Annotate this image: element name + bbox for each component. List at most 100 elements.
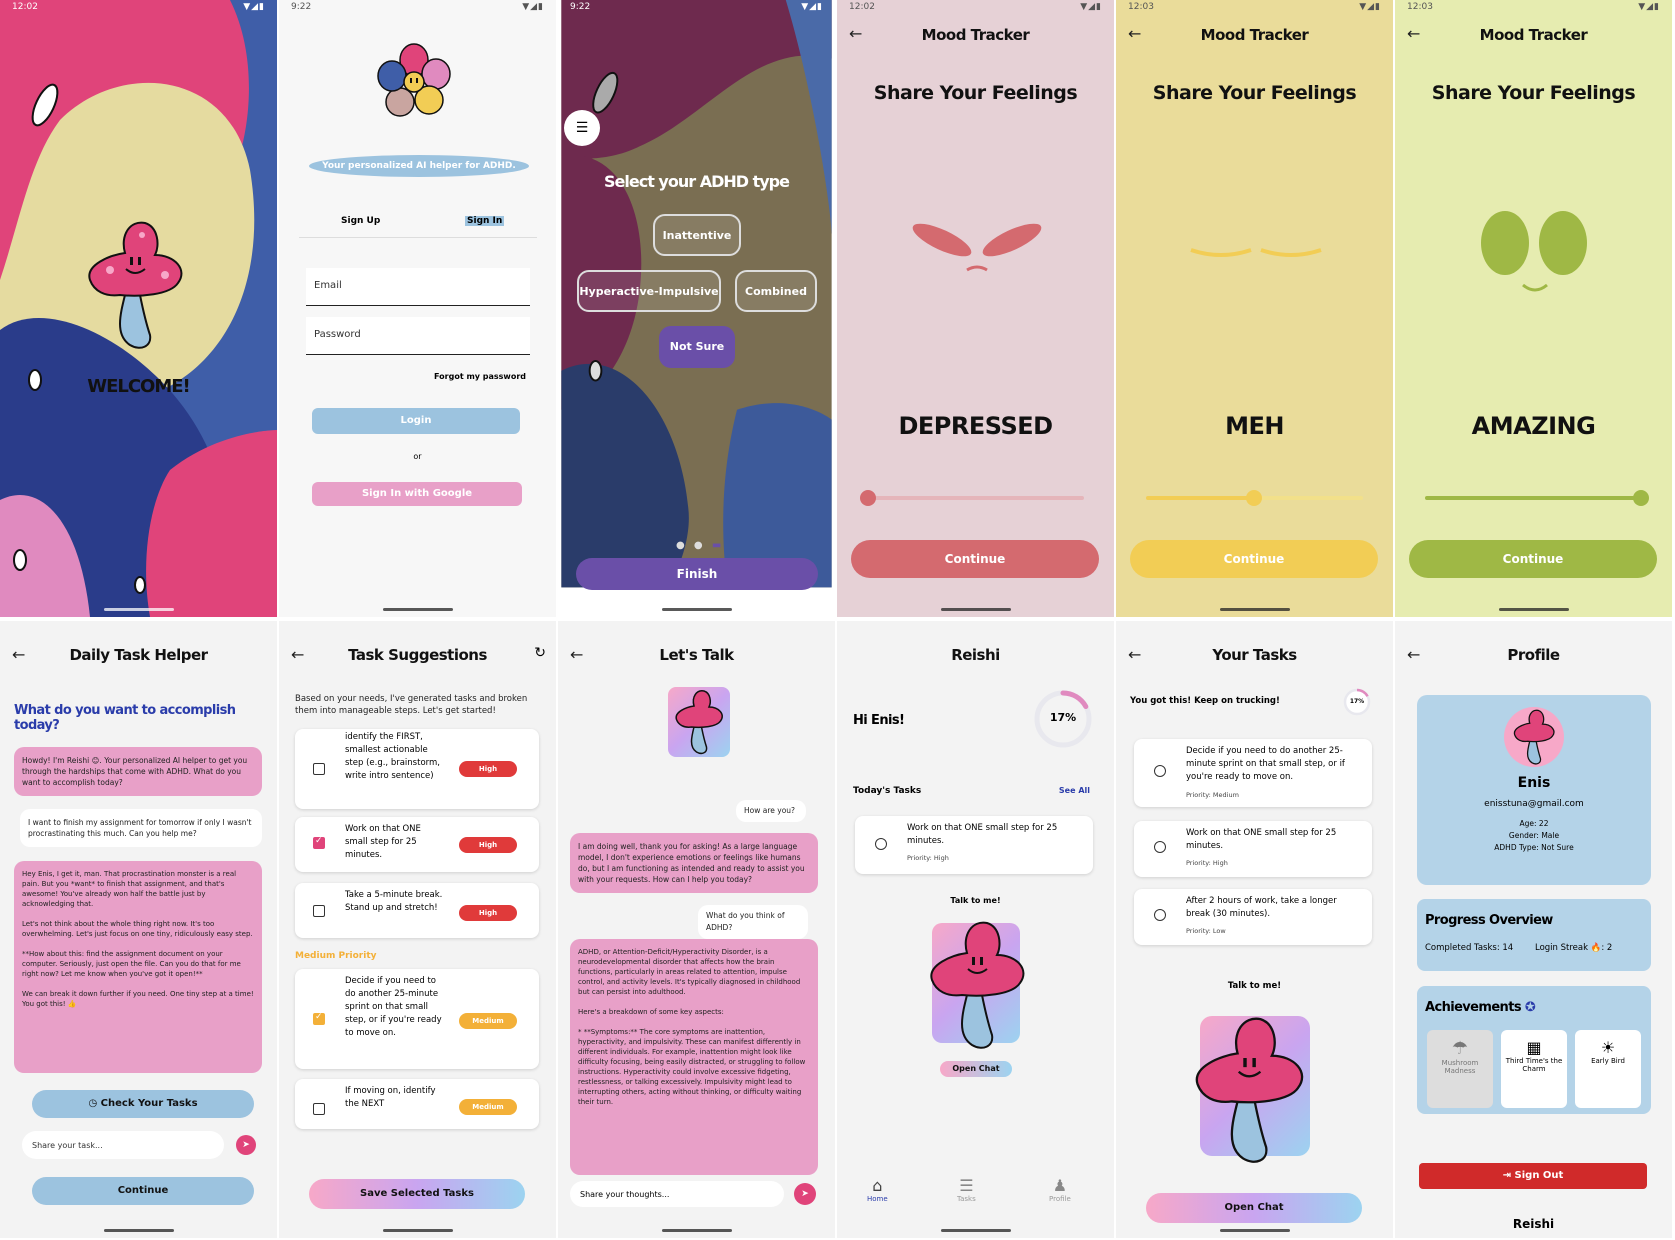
mascot-avatar: [668, 687, 730, 757]
finish-button[interactable]: Finish: [576, 558, 818, 590]
or-separator: or: [413, 452, 422, 461]
continue-button[interactable]: Continue: [1130, 540, 1378, 578]
mood-header: Mood Tracker: [1200, 26, 1309, 44]
achievement-badge[interactable]: ☀ Early Bird: [1575, 1030, 1641, 1108]
task-card[interactable]: Decide if you need to do another 25-minu…: [1134, 739, 1372, 807]
option-combined[interactable]: Combined: [735, 270, 817, 312]
task-input[interactable]: Share your task...: [22, 1131, 224, 1159]
email-field[interactable]: Email: [306, 268, 530, 306]
option-hyperactive[interactable]: Hyperactive-Impulsive: [577, 270, 721, 312]
welcome-screen: WELCOME! 12:02 ▼◢▮: [0, 0, 277, 617]
mushroom-mascot-icon: [675, 690, 723, 755]
achievement-badge[interactable]: ☂ Mushroom Madness: [1427, 1030, 1493, 1108]
task-card[interactable]: Work on that ONE small step for 25 minut…: [855, 816, 1093, 874]
login-button[interactable]: Login: [312, 408, 520, 434]
task-checkbox[interactable]: [1154, 765, 1166, 777]
task-checkbox[interactable]: [1154, 841, 1166, 853]
mood-subtitle: Share Your Feelings: [1152, 82, 1357, 104]
achievements-title: Achievements ✪: [1425, 1000, 1536, 1015]
bot-message-part: * **Symptoms:** The core symptoms are in…: [578, 1028, 806, 1106]
task-card[interactable]: Work on that ONE small step for 25 minut…: [295, 817, 539, 872]
achievement-badge[interactable]: ▦ Third Time's the Charm: [1501, 1030, 1567, 1108]
mood-slider[interactable]: [1425, 496, 1642, 500]
task-priority: Priority: High: [1186, 859, 1228, 867]
nav-tasks[interactable]: ☰ Tasks: [957, 1176, 976, 1203]
greeting: Hi Enis!: [853, 713, 905, 728]
home-icon: ⌂: [872, 1176, 883, 1195]
task-checkbox[interactable]: [1154, 909, 1166, 921]
home-indicator: [382, 608, 453, 611]
task-checkbox[interactable]: [313, 1103, 325, 1115]
continue-button[interactable]: Continue: [32, 1177, 254, 1205]
bot-message: Hey Enis, I get it, man. That procrastin…: [14, 861, 262, 1073]
google-sign-in-button[interactable]: Sign In with Google: [312, 482, 522, 506]
suggestions-header: Task Suggestions: [348, 646, 487, 664]
password-field[interactable]: Password: [306, 317, 530, 355]
tab-sign-up[interactable]: Sign Up: [341, 216, 380, 226]
completed-tasks: Completed Tasks: 14: [1425, 943, 1514, 953]
continue-button[interactable]: Continue: [851, 540, 1099, 578]
option-not-sure[interactable]: Not Sure: [659, 326, 735, 368]
mood-label: MEH: [1225, 412, 1284, 440]
progress-percent: 17%: [1349, 698, 1365, 705]
open-chat-button[interactable]: Open Chat: [940, 1061, 1012, 1077]
message-input[interactable]: Share your thoughts...: [570, 1181, 784, 1207]
refresh-icon[interactable]: ↻: [534, 645, 546, 661]
bar-chart-icon: ▦: [1526, 1038, 1542, 1057]
mood-slider-thumb[interactable]: [1246, 490, 1262, 506]
nav-profile-label: Profile: [1049, 1195, 1071, 1203]
mood-depressed-screen: ← Mood Tracker Share Your Feelings DEPRE…: [837, 0, 1114, 617]
task-card[interactable]: Work on that ONE small step for 25 minut…: [1134, 821, 1372, 877]
task-text: After 2 hours of work, take a longer bre…: [1186, 896, 1337, 919]
nav-home[interactable]: ⌂ Home: [867, 1176, 888, 1203]
bot-message-part: Let's not think about the whole thing ri…: [22, 920, 253, 938]
sign-out-label: Sign Out: [1514, 1170, 1564, 1181]
profile-email: enisstuna@gmail.com: [1484, 799, 1584, 809]
status-icons: ▼◢▮: [801, 2, 823, 12]
your-tasks-header: Your Tasks: [1212, 646, 1297, 664]
your-tasks-screen: ← Your Tasks You got this! Keep on truck…: [1116, 621, 1393, 1238]
task-card[interactable]: identify the FIRST, smallest actionable …: [295, 729, 539, 809]
progress-overview-card: Progress Overview Completed Tasks: 14 Lo…: [1417, 899, 1651, 971]
welcome-text: WELCOME!: [87, 376, 191, 397]
mood-slider[interactable]: [867, 496, 1084, 500]
screenshots-grid: WELCOME! 12:02 ▼◢▮ Your personalized AI h…: [0, 0, 1675, 1240]
see-all-link[interactable]: See All: [1059, 786, 1090, 795]
open-chat-button[interactable]: Open Chat: [1146, 1193, 1362, 1223]
task-card[interactable]: If moving on, identify the NEXT Medium: [295, 1079, 539, 1129]
sign-out-button[interactable]: ⇥ Sign Out: [1419, 1163, 1647, 1189]
mood-slider-fill: [1146, 496, 1254, 500]
task-card[interactable]: Decide if you need to do another 25-minu…: [295, 969, 539, 1069]
status-icons: ▼◢▮: [243, 2, 265, 12]
mascot-card[interactable]: [1195, 1016, 1310, 1163]
task-checkbox[interactable]: [875, 838, 887, 850]
task-checkbox[interactable]: [313, 836, 325, 849]
send-icon[interactable]: ➤: [236, 1135, 256, 1155]
option-inattentive[interactable]: Inattentive: [653, 214, 741, 256]
user-message: How are you?: [736, 800, 806, 822]
task-card[interactable]: After 2 hours of work, take a longer bre…: [1134, 889, 1372, 945]
talk-to-me-label: Talk to me!: [1227, 981, 1282, 991]
home-indicator: [661, 1229, 732, 1232]
status-icons: ▼◢▮: [522, 2, 544, 12]
nav-profile[interactable]: ♟ Profile: [1049, 1176, 1071, 1203]
mood-slider-thumb[interactable]: [860, 490, 876, 506]
task-checkbox[interactable]: [313, 905, 325, 917]
task-checkbox[interactable]: [313, 1012, 325, 1025]
task-checkbox[interactable]: [313, 763, 325, 775]
tab-sign-in[interactable]: Sign In: [465, 216, 505, 226]
send-icon[interactable]: ➤: [794, 1183, 816, 1205]
menu-icon[interactable]: ☰: [564, 110, 600, 146]
mascot-card[interactable]: [930, 921, 1025, 1049]
mood-slider-thumb[interactable]: [1633, 490, 1649, 506]
mood-header: Mood Tracker: [921, 26, 1030, 44]
continue-button[interactable]: Continue: [1409, 540, 1657, 578]
star-badge-icon: ✪: [1524, 1000, 1536, 1015]
task-text: Decide if you need to do another 25-minu…: [345, 976, 442, 1038]
medium-priority-label: Medium Priority: [295, 951, 377, 961]
save-tasks-button[interactable]: Save Selected Tasks: [309, 1179, 525, 1209]
task-card[interactable]: Take a 5-minute break. Stand up and stre…: [295, 883, 539, 938]
priority-high-badge: High: [459, 761, 517, 777]
forgot-password-link[interactable]: Forgot my password: [434, 372, 526, 381]
check-tasks-button[interactable]: ◷ Check Your Tasks: [32, 1090, 254, 1118]
